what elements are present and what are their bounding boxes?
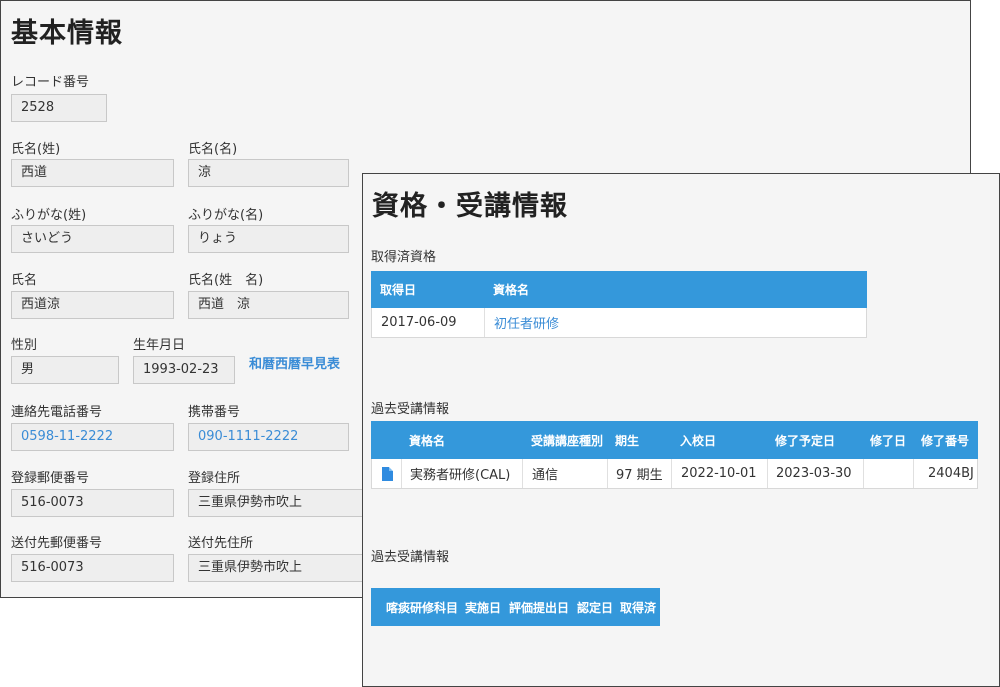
document-icon[interactable] — [382, 467, 393, 481]
qualification-panel: 資格・受講情報 取得済資格 取得日 資格名 2017-06-09 初任者研修 過… — [362, 173, 1000, 687]
planned-completion-cell: 2023-03-30 — [776, 466, 852, 481]
column-header: 入校日 — [680, 433, 717, 448]
acquired-date-cell: 2017-06-09 — [381, 315, 457, 330]
full-name-field[interactable]: 西道涼 — [11, 291, 174, 319]
send-postal-label: 送付先郵便番号 — [11, 536, 103, 551]
address-field[interactable]: 三重県伊勢市吹上 — [188, 489, 363, 517]
column-header: 受講講座種別 — [531, 433, 604, 448]
acquired-table-header: 取得日 資格名 — [371, 271, 867, 308]
last-kana-field[interactable]: さいどう — [11, 225, 174, 253]
acquired-qualification-link[interactable]: 初任者研修 — [494, 308, 559, 337]
table-row: 2017-06-09 初任者研修 — [371, 308, 867, 338]
basic-info-title: 基本情報 — [11, 18, 123, 49]
birthdate-field[interactable]: 1993-02-23 — [133, 356, 235, 384]
acquired-qualifications-label: 取得済資格 — [371, 250, 437, 265]
column-header: 取得日 — [380, 283, 417, 297]
first-name-field[interactable]: 涼 — [188, 159, 349, 187]
last-name-label: 氏名(姓) — [11, 142, 61, 157]
column-header: 期生 — [615, 433, 640, 448]
column-header: 修了日 — [870, 433, 907, 448]
record-no-label: レコード番号 — [11, 75, 90, 90]
mobile-field[interactable]: 090-1111-2222 — [188, 423, 349, 451]
address-label: 登録住所 — [188, 471, 241, 486]
completion-number-cell: 2404BJ — [928, 466, 974, 481]
first-kana-field[interactable]: りょう — [188, 225, 349, 253]
last-kana-label: ふりがな(姓) — [11, 208, 87, 223]
send-address-field[interactable]: 三重県伊勢市吹上 — [188, 554, 363, 582]
column-header: 喀痰研修科目 — [386, 600, 459, 615]
full-name-spaced-label: 氏名(姓 名) — [188, 273, 264, 288]
record-no-field[interactable]: 2528 — [11, 94, 107, 122]
calendar-conversion-link[interactable]: 和暦西暦早見表 — [249, 353, 340, 372]
full-name-label: 氏名 — [11, 273, 38, 288]
send-postal-field[interactable]: 516-0073 — [11, 554, 174, 582]
mobile-label: 携帯番号 — [188, 405, 241, 420]
column-header: 取得済 — [620, 600, 657, 615]
last-name-field[interactable]: 西道 — [11, 159, 174, 187]
column-header: 資格名 — [409, 433, 446, 448]
postal-field[interactable]: 516-0073 — [11, 489, 174, 517]
column-header: 実施日 — [465, 600, 502, 615]
phone-label: 連絡先電話番号 — [11, 405, 103, 420]
past-course-table-header: 資格名 受講講座種別 期生 入校日 修了予定日 修了日 修了番号 — [371, 421, 978, 459]
gender-label: 性別 — [11, 338, 38, 353]
phlegm-training-table-header: 喀痰研修科目 実施日 評価提出日 認定日 取得済 — [371, 588, 660, 626]
send-address-label: 送付先住所 — [188, 536, 254, 551]
gender-field[interactable]: 男 — [11, 356, 119, 384]
past-course-label-2: 過去受講情報 — [371, 550, 450, 565]
column-header: 修了番号 — [921, 433, 970, 448]
column-header: 評価提出日 — [509, 600, 570, 615]
column-header: 資格名 — [493, 283, 530, 297]
column-header: 認定日 — [577, 600, 614, 615]
column-header: 修了予定日 — [775, 433, 836, 448]
table-row: 実務者研修(CAL) 通信 97 期生 2022-10-01 2023-03-3… — [371, 459, 978, 489]
full-name-spaced-field[interactable]: 西道 涼 — [188, 291, 349, 319]
first-kana-label: ふりがな(名) — [188, 208, 264, 223]
birthdate-label: 生年月日 — [133, 338, 186, 353]
course-name-cell: 実務者研修(CAL) — [410, 468, 511, 483]
past-course-label: 過去受講情報 — [371, 402, 450, 417]
entry-date-cell: 2022-10-01 — [681, 466, 757, 481]
first-name-label: 氏名(名) — [188, 142, 238, 157]
term-cell: 97 期生 — [616, 468, 663, 483]
phone-field[interactable]: 0598-11-2222 — [11, 423, 174, 451]
postal-label: 登録郵便番号 — [11, 471, 90, 486]
qualification-title: 資格・受講情報 — [372, 191, 568, 222]
course-type-cell: 通信 — [532, 468, 559, 483]
